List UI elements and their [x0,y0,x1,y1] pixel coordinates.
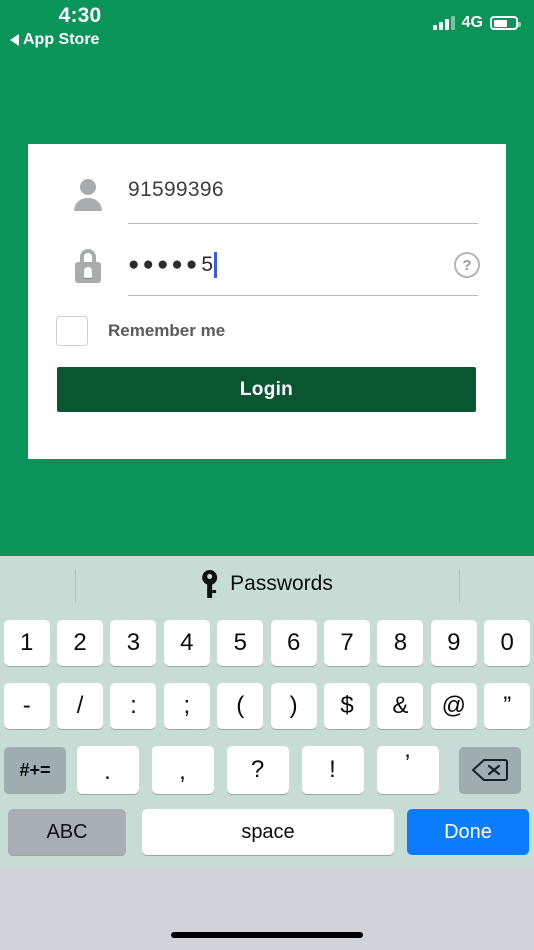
username-field-row[interactable]: 91599396 [56,172,478,224]
key-1[interactable]: 1 [3,620,50,666]
password-underline [128,295,478,296]
key-space[interactable]: space [142,809,394,855]
back-app-label: App Store [23,31,100,48]
suggestion-divider-right [459,570,460,602]
key-quote-double[interactable]: ” [484,683,531,729]
remember-me-label: Remember me [108,321,226,340]
password-visible-character: 5 [201,253,214,276]
key-dollar[interactable]: $ [324,683,371,729]
key-exclamation-mark[interactable]: ! [301,746,364,794]
login-card: 91599396 ●●●●● 5 ? Remember me Login [28,144,506,459]
key-symbols-toggle[interactable]: #+= [4,747,66,793]
passwords-suggestion-button[interactable]: Passwords [201,570,333,598]
key-backspace[interactable] [458,747,521,793]
key-6[interactable]: 6 [270,620,317,666]
key-hyphen[interactable]: - [3,683,50,729]
username-input[interactable]: 91599396 [128,178,224,202]
key-ampersand[interactable]: & [377,683,424,729]
key-icon [201,570,218,598]
key-comma[interactable]: , [151,746,214,794]
person-icon [72,177,104,211]
autofill-suggestion-bar: Passwords [0,556,534,615]
suggestion-divider-left [75,570,76,602]
remember-me-checkbox[interactable] [56,316,88,346]
key-4[interactable]: 4 [163,620,210,666]
network-type-label: 4G [461,14,483,31]
password-masked-dots: ●●●●● [128,254,201,275]
key-apostrophe[interactable]: ’ [376,746,439,794]
keyboard-row-bottom: ABC space Done [0,809,534,855]
key-3[interactable]: 3 [110,620,157,666]
status-time: 4:30 [58,4,102,27]
status-indicators: 4G [432,14,521,32]
key-semicolon[interactable]: ; [163,683,210,729]
key-colon[interactable]: : [110,683,157,729]
key-done[interactable]: Done [407,809,529,855]
back-to-app-store-button[interactable]: App Store [10,31,99,49]
key-slash[interactable]: / [57,683,104,729]
triangle-left-icon [10,34,19,46]
keyboard-row-punctuation: #+= . , ? ! ’ [0,746,534,794]
remember-me-row[interactable]: Remember me [56,316,225,346]
signal-bars-icon [432,16,455,30]
key-5[interactable]: 5 [217,620,264,666]
username-underline [128,223,478,224]
keyboard-row-symbols: - / : ; ( ) $ & @ ” [0,683,534,729]
key-2[interactable]: 2 [57,620,104,666]
battery-icon [490,16,521,30]
phone-screen: 4:30 App Store 4G 91599396 ●●●●● 5 ? Rem… [0,0,534,950]
backspace-icon [471,758,508,782]
keyboard-row-numbers: 1 2 3 4 5 6 7 8 9 0 [0,620,534,666]
lock-icon [72,249,104,283]
key-9[interactable]: 9 [430,620,477,666]
key-0[interactable]: 0 [484,620,531,666]
status-bar: 4:30 App Store 4G [0,0,534,56]
text-cursor [214,252,218,278]
login-button[interactable]: Login [57,367,476,412]
home-indicator[interactable] [171,932,363,938]
passwords-suggestion-label: Passwords [230,572,333,595]
key-7[interactable]: 7 [324,620,371,666]
key-period[interactable]: . [76,746,139,794]
key-open-paren[interactable]: ( [217,683,264,729]
key-at[interactable]: @ [430,683,477,729]
password-field-row[interactable]: ●●●●● 5 ? [56,244,480,296]
key-close-paren[interactable]: ) [270,683,317,729]
key-8[interactable]: 8 [377,620,424,666]
password-input[interactable]: ●●●●● 5 [128,252,218,278]
key-abc-toggle[interactable]: ABC [8,809,126,855]
key-question-mark[interactable]: ? [226,746,289,794]
question-mark-circle-icon[interactable]: ? [454,252,480,278]
bottom-safe-area [0,868,534,950]
app-background: 4:30 App Store 4G 91599396 ●●●●● 5 ? Rem… [0,0,534,556]
